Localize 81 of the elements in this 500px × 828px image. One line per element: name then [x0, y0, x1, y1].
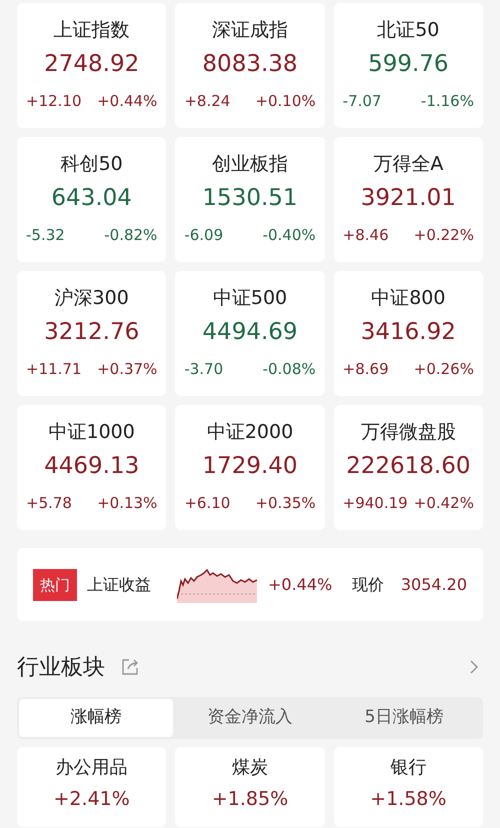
- index-name: 万得微盘股: [360, 420, 456, 445]
- index-name: 科创50: [60, 152, 123, 177]
- tab[interactable]: 涨幅榜: [19, 699, 173, 737]
- index-card[interactable]: 中证500 4494.69 -3.70 -0.08%: [175, 271, 325, 396]
- index-price: 3212.76: [44, 318, 140, 347]
- index-price: 599.76: [368, 50, 449, 79]
- change-percent: +0.37%: [97, 359, 158, 379]
- index-price: 1530.51: [202, 184, 298, 213]
- index-card[interactable]: 创业板指 1530.51 -6.09 -0.40%: [175, 137, 325, 262]
- change-value: -7.07: [342, 91, 382, 111]
- share-icon[interactable]: [121, 658, 139, 676]
- index-card[interactable]: 沪深300 3212.76 +11.71 +0.37%: [17, 271, 166, 396]
- change-percent: +0.44%: [97, 91, 158, 111]
- index-card[interactable]: 深证成指 8083.38 +8.24 +0.10%: [175, 3, 325, 128]
- index-name: 中证2000: [206, 420, 294, 445]
- change-percent: +0.22%: [414, 225, 474, 245]
- sector-name: 办公用品: [56, 756, 128, 780]
- index-card[interactable]: 中证1000 4469.13 +5.78 +0.13%: [17, 405, 166, 530]
- change-value: +8.46: [342, 225, 389, 245]
- hot-tag: 热门: [33, 568, 77, 600]
- index-name: 上证指数: [54, 18, 130, 43]
- chevron-right-icon[interactable]: [469, 659, 479, 675]
- change-percent: +0.42%: [414, 493, 474, 513]
- change-percent: +0.44%: [268, 574, 332, 596]
- index-name: 创业板指: [212, 152, 288, 177]
- section-title: 行业板块: [17, 654, 105, 682]
- index-name: 中证1000: [48, 420, 135, 445]
- index-card[interactable]: 中证2000 1729.40 +6.10 +0.35%: [175, 405, 325, 530]
- change-value: +6.10: [184, 493, 230, 513]
- tab[interactable]: 5日涨幅榜: [327, 699, 481, 737]
- index-name: 北证50: [377, 18, 440, 43]
- index-card[interactable]: 中证800 3416.92 +8.69 +0.26%: [334, 271, 483, 396]
- sector-name: 银行: [390, 756, 426, 780]
- index-price: 4494.69: [202, 318, 298, 347]
- index-price: 2748.92: [44, 50, 140, 79]
- index-price: 1729.40: [202, 452, 298, 481]
- sector-card[interactable]: 银行 +1.58%: [334, 747, 483, 827]
- index-card[interactable]: 科创50 643.04 -5.32 -0.82%: [17, 137, 166, 262]
- change-value: +11.71: [26, 359, 82, 379]
- change-value: -3.70: [184, 359, 224, 379]
- index-price: 3416.92: [360, 318, 456, 347]
- change-percent: +0.10%: [255, 91, 316, 111]
- index-price: 222618.60: [346, 452, 471, 481]
- change-percent: -0.08%: [262, 359, 316, 379]
- tab[interactable]: 资金净流入: [173, 699, 327, 737]
- change-percent: +1.85%: [212, 787, 288, 811]
- change-value: -5.32: [26, 225, 65, 245]
- change-value: +5.78: [26, 493, 72, 513]
- change-percent: -0.82%: [104, 225, 158, 245]
- index-card[interactable]: 万得全A 3921.01 +8.46 +0.22%: [334, 137, 483, 262]
- change-percent: -1.16%: [420, 91, 474, 111]
- index-card[interactable]: 上证指数 2748.92 +12.10 +0.44%: [17, 3, 166, 128]
- price-label: 现价: [352, 574, 384, 596]
- index-name: 上证收益: [87, 574, 152, 596]
- change-percent: +0.13%: [97, 493, 158, 513]
- change-value: +940.19: [342, 493, 408, 513]
- index-price: 643.04: [51, 184, 132, 213]
- index-price: 4469.13: [44, 452, 140, 481]
- index-card[interactable]: 万得微盘股 222618.60 +940.19 +0.42%: [334, 405, 483, 530]
- index-price: 8083.38: [202, 50, 298, 79]
- current-price: 3054.20: [400, 574, 467, 596]
- index-name: 万得全A: [373, 152, 444, 177]
- hot-bar[interactable]: 热门 上证收益 +0.44% 现价 3054.20: [17, 548, 483, 621]
- index-name: 中证800: [371, 286, 446, 311]
- sector-name: 煤炭: [232, 756, 268, 780]
- change-value: +8.69: [342, 359, 389, 379]
- index-price: 3921.01: [360, 184, 456, 213]
- index-name: 沪深300: [54, 286, 129, 311]
- sector-card[interactable]: 煤炭 +1.85%: [175, 747, 325, 827]
- change-percent: +1.58%: [370, 787, 446, 811]
- change-value: +8.24: [184, 91, 230, 111]
- change-percent: -0.40%: [262, 225, 316, 245]
- sector-card[interactable]: 办公用品 +2.41%: [17, 747, 166, 827]
- index-name: 中证500: [212, 286, 288, 311]
- change-percent: +0.26%: [414, 359, 474, 379]
- change-percent: +2.41%: [54, 787, 130, 811]
- change-value: +12.10: [26, 91, 82, 111]
- index-name: 深证成指: [212, 18, 288, 43]
- change-value: -6.09: [184, 225, 224, 245]
- index-card[interactable]: 北证50 599.76 -7.07 -1.16%: [334, 3, 483, 128]
- change-percent: +0.35%: [255, 493, 316, 513]
